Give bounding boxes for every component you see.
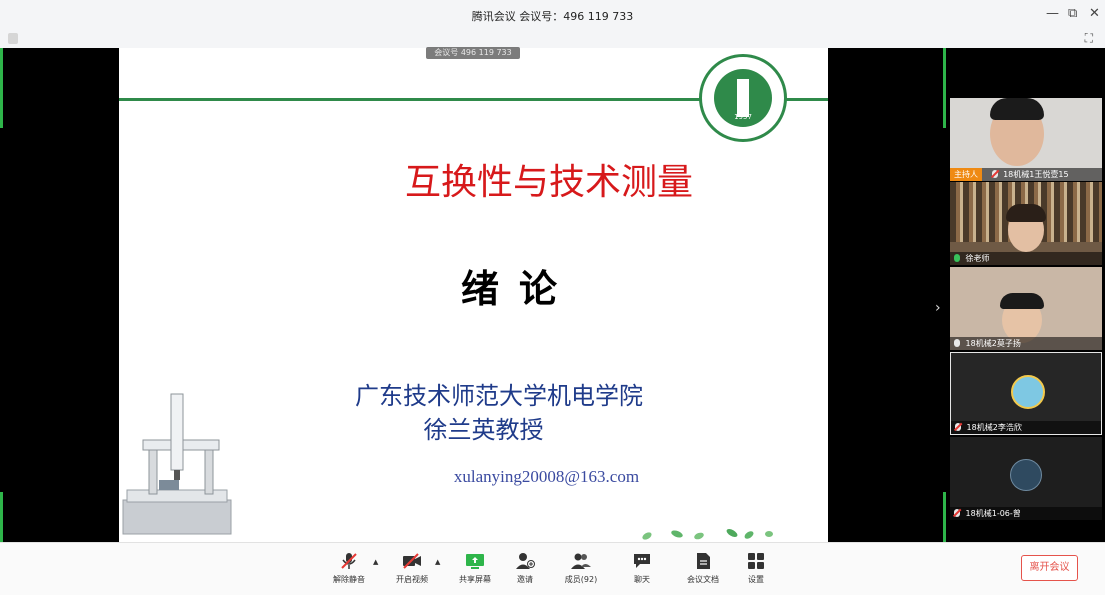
participant-tile[interactable]: 18机械1-06-曾 [950,437,1102,520]
participant-label: 18机械1-06-曾 [950,507,1102,520]
participant-name: 徐老师 [965,254,990,263]
chat-button[interactable]: 聊天 [618,550,666,590]
share-screen-label: 共享屏幕 [459,575,491,584]
participant-label: 主持人 18机械1王悦壹15 [950,168,1102,181]
participant-name: 18机械2莫子扬 [965,339,1021,348]
mic-on-icon [954,254,960,262]
close-button[interactable]: ✕ [1089,6,1100,21]
chevron-right-icon[interactable]: › [935,300,941,316]
restore-button[interactable]: ⧉ [1068,6,1077,21]
participant-name: 18机械1王悦壹15 [1003,170,1069,179]
camera-off-icon [403,553,421,569]
mic-muted-icon [341,553,357,569]
participant-label: 18机械2莫子扬 [950,337,1102,350]
caret-up-icon[interactable]: ▲ [373,558,378,566]
fullscreen-icon[interactable]: ⛶ [1085,31,1093,46]
host-badge: 主持人 [950,168,982,181]
unmute-button[interactable]: 解除静音 [325,550,373,590]
leave-meeting-button[interactable]: 离开会议 [1021,555,1078,581]
share-border-right-bottom [943,492,946,542]
members-icon [571,553,591,569]
settings-button[interactable]: 设置 [732,550,780,590]
caret-up-icon[interactable]: ▲ [435,558,440,566]
chat-icon [634,554,650,568]
members-label: 成员(92) [564,575,598,584]
meeting-id-tag[interactable]: 会议号 496 119 733 [426,47,520,59]
slide-title: 互换性与技术测量 [404,162,693,203]
chat-label: 聊天 [634,575,650,584]
university-logo: 1957 [699,54,787,142]
unmute-label: 解除静音 [333,575,365,584]
participant-label: 徐老师 [950,252,1102,265]
participant-tile[interactable]: 18机械2莫子扬 [950,267,1102,350]
leaves-decoration [642,529,773,540]
mic-on-icon [954,339,960,347]
add-user-icon [516,553,535,569]
share-screen-button[interactable]: 共享屏幕 [451,550,499,590]
mic-muted-icon [954,509,960,517]
settings-label: 设置 [748,575,764,584]
share-border-left-top [0,48,3,128]
slide-subtitle: 绪论 [460,266,577,311]
meeting-toolbar [0,542,1105,595]
settings-grid-icon [748,553,764,569]
logo-year: 1957 [734,113,752,121]
presentation-slide: 1957 互换性与技术测量 绪论 广东技术师范大学机电学院 徐兰英教授 xula… [119,48,828,542]
mic-muted-icon [991,170,998,178]
meeting-docs-button[interactable]: 会议文档 [679,550,727,590]
start-video-label: 开启视频 [396,575,428,584]
title-bar: 腾讯会议 会议号：496 119 733 — ⧉ ✕ [0,0,1105,30]
members-button[interactable]: 成员(92) [557,550,605,590]
participant-tile[interactable]: 主持人 18机械1王悦壹15 [950,98,1102,181]
meeting-docs-label: 会议文档 [687,575,719,584]
share-border-right-top [943,48,946,128]
participant-name: 18机械2李浩欣 [966,423,1022,432]
mic-muted-icon [955,423,961,431]
minimize-button[interactable]: — [1046,6,1059,21]
shield-icon[interactable] [8,33,18,44]
participant-tile[interactable]: 18机械2李浩欣 [950,352,1102,435]
invite-button[interactable]: 邀请 [501,550,549,590]
start-video-button[interactable]: 开启视频 [388,550,436,590]
participant-name: 18机械1-06-曾 [965,509,1021,518]
window-title: 腾讯会议 会议号：496 119 733 [471,10,634,23]
share-border-left-bottom [0,492,3,542]
measuring-machine-image [122,393,232,535]
participant-tile[interactable]: 徐老师 [950,182,1102,265]
share-screen-icon [466,554,484,569]
document-icon [697,553,710,569]
participant-label: 18机械2李浩欣 [951,421,1101,434]
invite-label: 邀请 [517,575,533,584]
secondary-toolbar: ⛶ [0,30,1105,49]
